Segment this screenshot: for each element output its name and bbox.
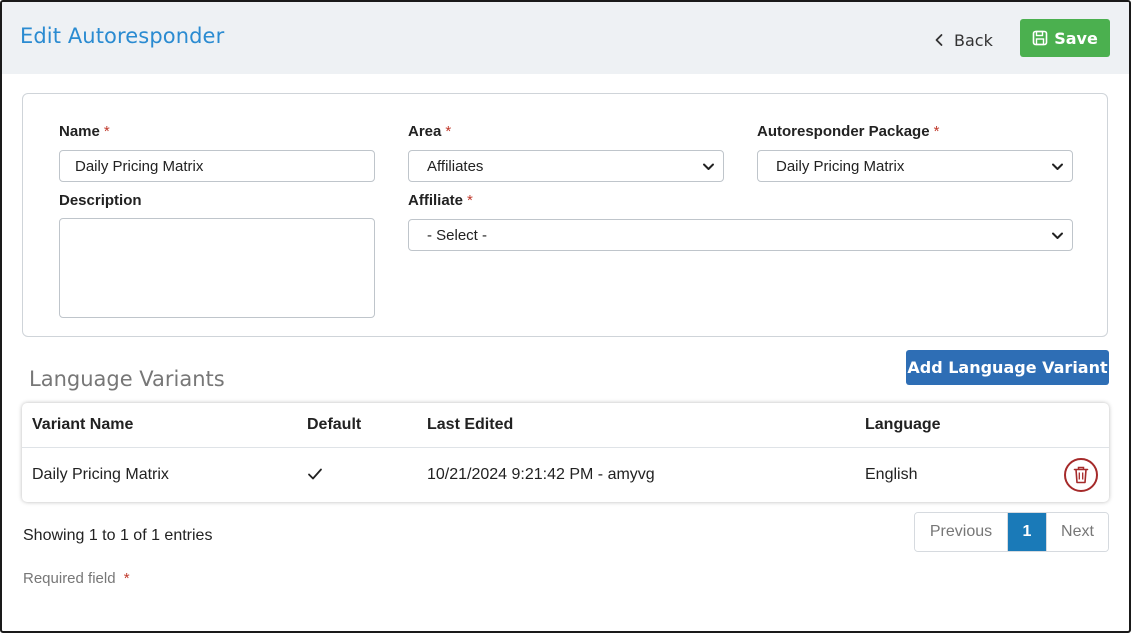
name-input[interactable]: Daily Pricing Matrix: [59, 150, 375, 182]
required-field-note: Required field *: [23, 570, 130, 587]
language-variants-table: Variant Name Default Last Edited Languag…: [22, 403, 1109, 502]
affiliate-select-value: - Select -: [427, 226, 488, 244]
required-marker: *: [445, 123, 452, 140]
description-label: Description: [59, 192, 142, 209]
pagination: Previous 1 Next: [914, 512, 1109, 552]
page-title: Edit Autoresponder: [20, 24, 225, 48]
table-info: Showing 1 to 1 of 1 entries: [23, 527, 213, 544]
chevron-down-icon: [1052, 163, 1063, 170]
description-textarea[interactable]: [59, 218, 375, 318]
variant-name-cell[interactable]: Daily Pricing Matrix: [32, 466, 169, 484]
name-label: Name *: [59, 123, 110, 140]
save-button[interactable]: Save: [1020, 19, 1110, 57]
last-edited-cell: 10/21/2024 9:21:42 PM - amyvg: [427, 466, 655, 483]
column-header-variant-name[interactable]: Variant Name: [32, 416, 133, 434]
area-select-value: Affiliates: [427, 157, 484, 175]
affiliate-select[interactable]: - Select -: [408, 219, 1073, 251]
floppy-disk-icon: [1032, 30, 1048, 46]
column-header-last-edited[interactable]: Last Edited: [427, 416, 513, 434]
area-select[interactable]: Affiliates: [408, 150, 724, 182]
name-input-value: Daily Pricing Matrix: [75, 157, 204, 175]
language-cell: English: [865, 466, 918, 483]
area-label: Area *: [408, 123, 451, 140]
required-marker: *: [123, 570, 130, 587]
chevron-left-icon: [932, 33, 946, 47]
delete-variant-button[interactable]: [1064, 458, 1098, 492]
affiliate-label: Affiliate *: [408, 192, 473, 209]
package-select-value: Daily Pricing Matrix: [776, 157, 905, 175]
page-header: Edit Autoresponder Back Save: [2, 2, 1129, 74]
back-button[interactable]: Back: [932, 27, 993, 53]
column-header-language[interactable]: Language: [865, 416, 941, 434]
package-label-text: Autoresponder Package: [757, 123, 930, 140]
chevron-down-icon: [703, 163, 714, 170]
required-marker: *: [103, 123, 110, 140]
previous-page-button[interactable]: Previous: [915, 513, 1008, 551]
trash-icon: [1073, 466, 1089, 484]
save-button-label: Save: [1054, 28, 1098, 48]
column-header-default[interactable]: Default: [307, 416, 361, 434]
next-page-button[interactable]: Next: [1046, 513, 1108, 551]
name-label-text: Name: [59, 123, 100, 140]
required-field-text: Required field: [23, 570, 116, 587]
add-language-variant-button[interactable]: Add Language Variant: [906, 350, 1109, 385]
back-button-label: Back: [954, 30, 993, 50]
page-1-button[interactable]: 1: [1008, 513, 1046, 551]
required-marker: *: [467, 192, 473, 209]
chevron-down-icon: [1052, 232, 1063, 239]
package-select[interactable]: Daily Pricing Matrix: [757, 150, 1073, 182]
checkmark-icon: [308, 468, 322, 480]
package-label: Autoresponder Package *: [757, 123, 939, 140]
area-label-text: Area: [408, 123, 442, 140]
autoresponder-form: Name * Daily Pricing Matrix Area * Affilia…: [22, 93, 1108, 337]
required-marker: *: [933, 123, 940, 140]
affiliate-label-text: Affiliate: [408, 192, 464, 209]
app-window: Edit Autoresponder Back Save Name * Daily…: [0, 0, 1131, 633]
table-header-divider: [22, 447, 1109, 448]
language-variants-title: Language Variants: [29, 367, 225, 391]
